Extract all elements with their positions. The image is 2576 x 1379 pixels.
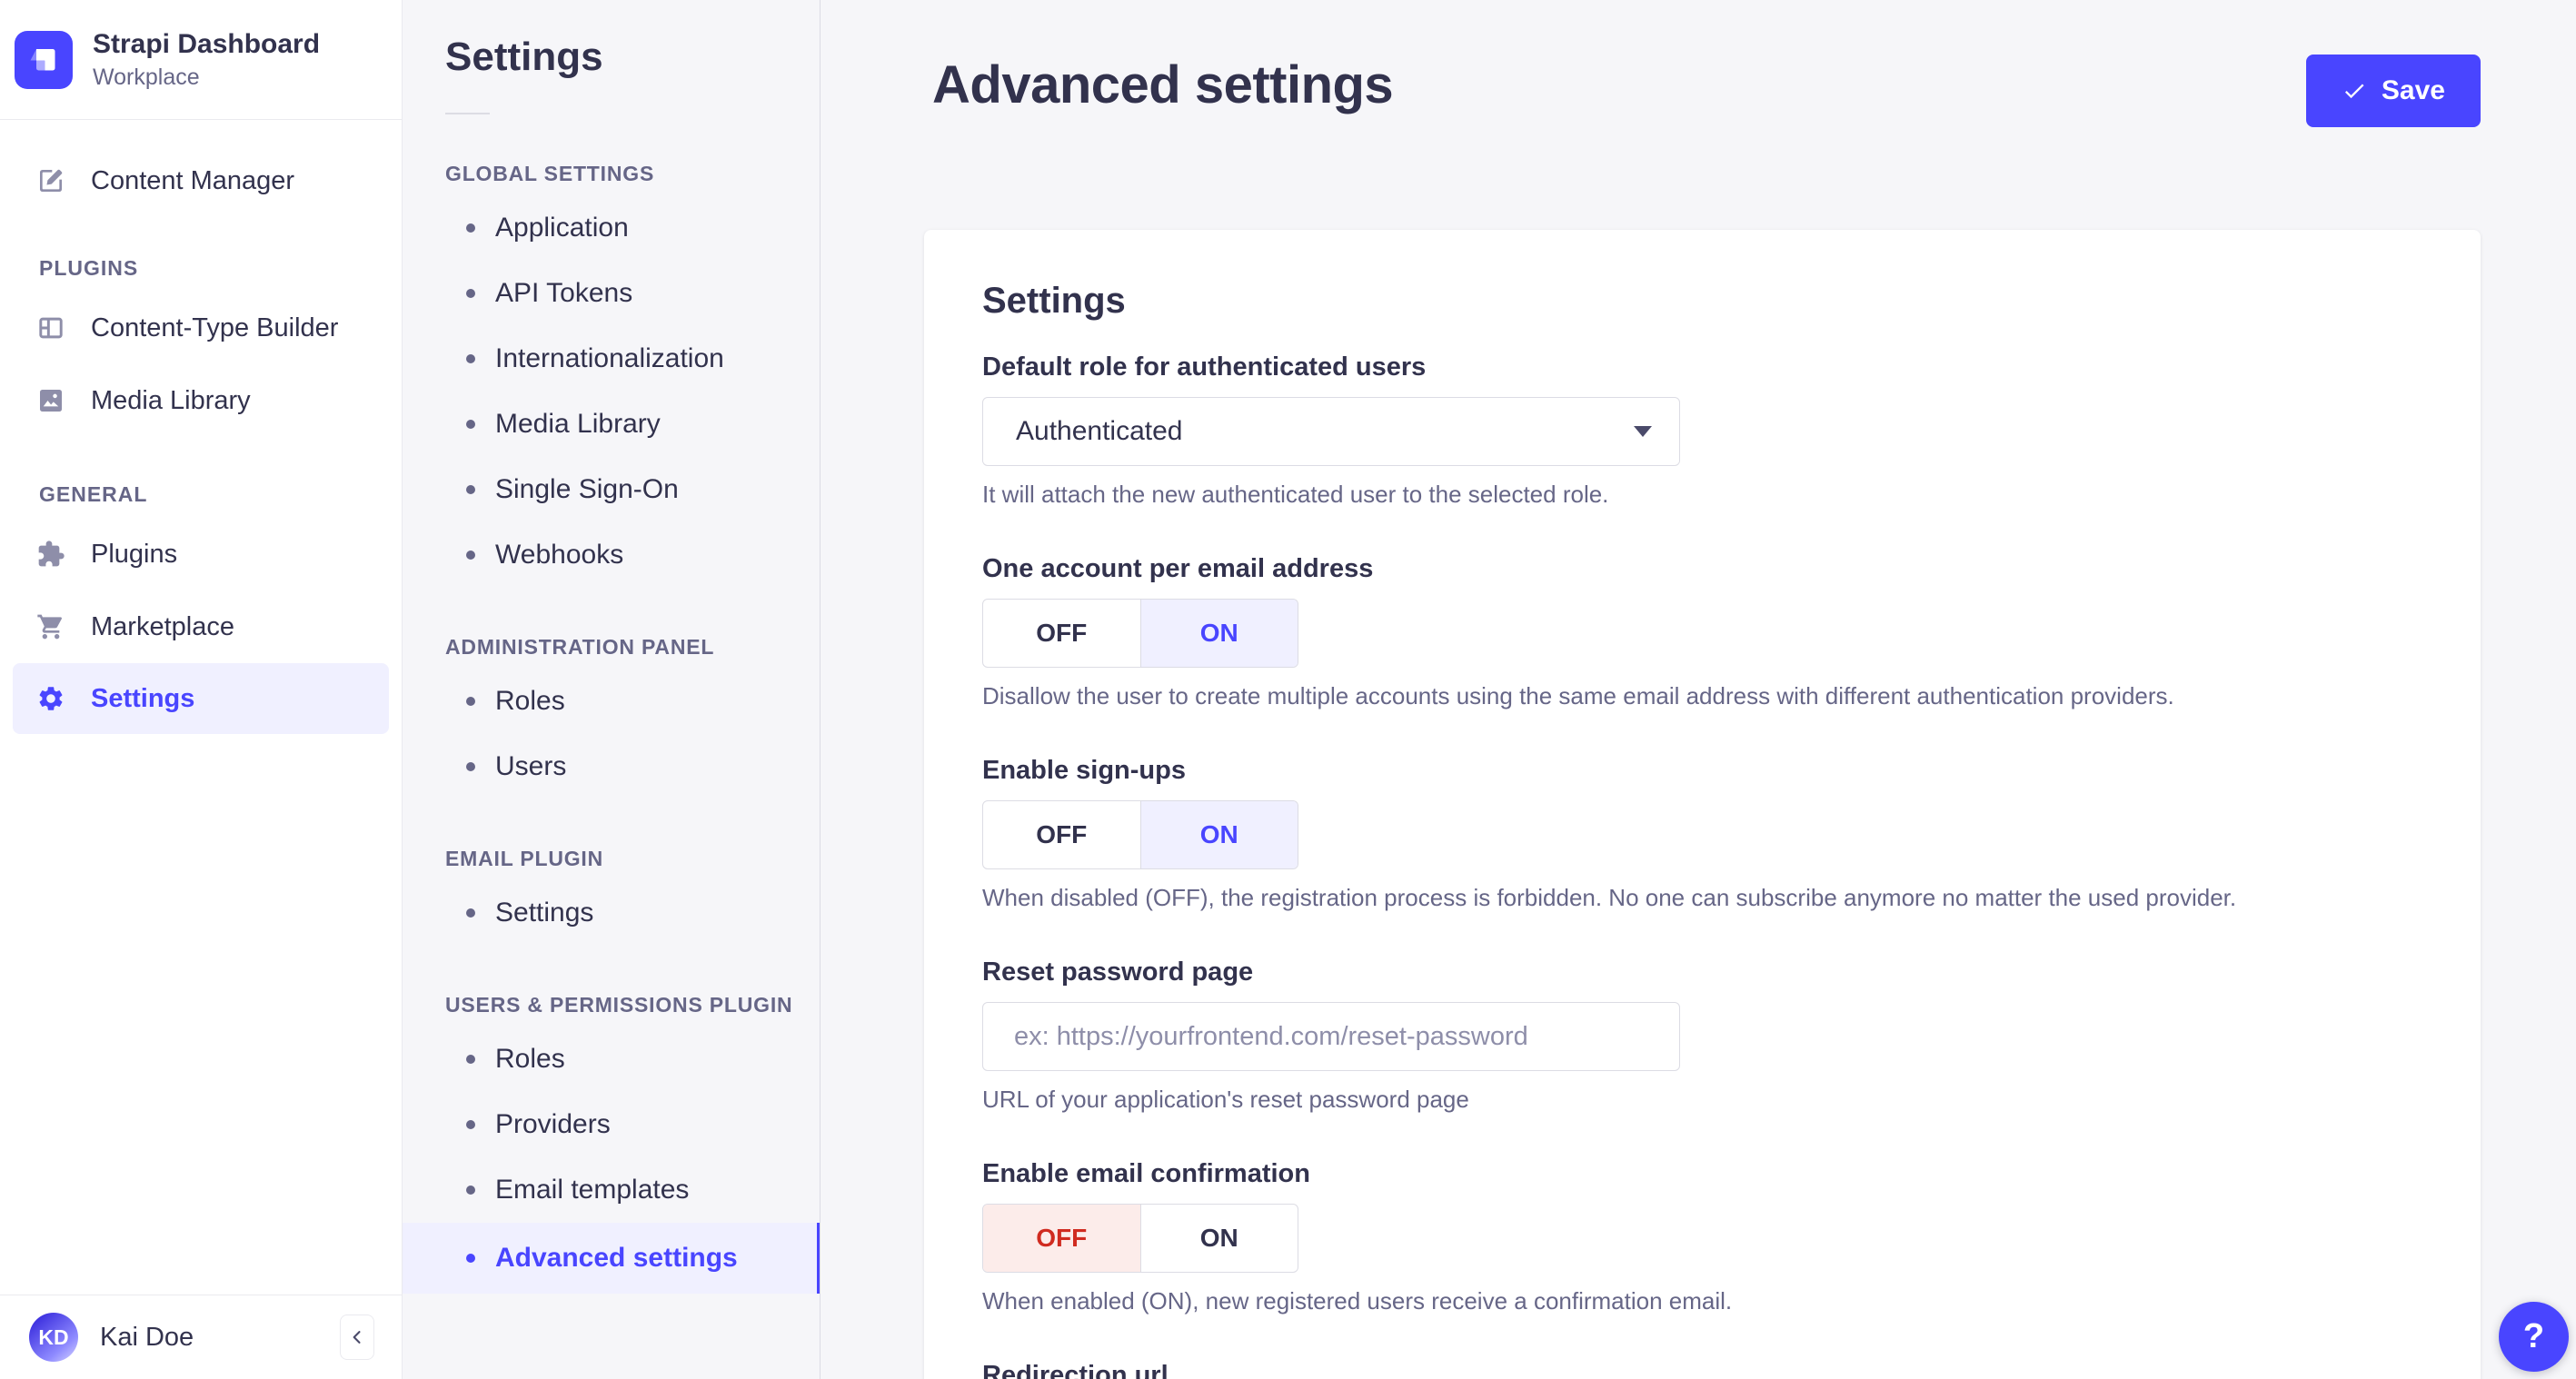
field-label: Redirection url — [982, 1361, 1169, 1379]
subnav-item-settings[interactable]: Settings — [403, 880, 820, 946]
workspace-subtitle: Workplace — [93, 64, 200, 90]
strapi-logo — [15, 30, 73, 89]
subnav-item-webhooks[interactable]: Webhooks — [403, 522, 820, 588]
field-hint: When enabled (ON), new registered users … — [982, 1287, 1733, 1315]
enable-email-confirmation-toggle: OFF ON — [982, 1204, 1298, 1273]
subnav-section-users-permissions-plugin: USERS & PERMISSIONS PLUGIN Roles Providers… — [403, 993, 820, 1294]
workspace-switcher[interactable]: Strapi Dashboard Workplace — [0, 0, 402, 119]
field-hint: When disabled (OFF), the registration pr… — [982, 884, 2237, 911]
subnav-section-label: EMAIL PLUGIN — [445, 847, 604, 870]
sidebar-section-label-plugins: PLUGINS — [39, 256, 139, 280]
settings-subnav: Settings GLOBAL SETTINGS Application API T… — [403, 0, 821, 1379]
subnav-item-advanced-settings[interactable]: Advanced settings — [403, 1223, 820, 1294]
sidebar-item-label: Media Library — [91, 385, 251, 415]
sidebar-item-plugins[interactable]: Plugins — [0, 518, 402, 590]
subnav-section-administration-panel: ADMINISTRATION PANEL Roles Users — [403, 635, 820, 799]
page-title: Advanced settings — [932, 55, 1394, 114]
sidebar-item-marketplace[interactable]: Marketplace — [0, 590, 402, 663]
subnav-section-label: ADMINISTRATION PANEL — [445, 635, 715, 659]
field-label: One account per email address — [982, 554, 1374, 583]
toggle-option-off[interactable]: OFF — [983, 1205, 1140, 1272]
field-one-account-per-email-address: One account per email address OFF ON Disall… — [982, 554, 2422, 710]
chevron-down-icon — [1634, 426, 1652, 437]
subnav-item-media-library[interactable]: Media Library — [403, 392, 820, 457]
sidebar-footer: KD Kai Doe — [0, 1295, 402, 1379]
image-icon — [36, 386, 65, 415]
field-hint: URL of your application's reset password… — [982, 1086, 1469, 1113]
sidebar-section-label-general: GENERAL — [39, 482, 148, 506]
subnav-section-global-settings: GLOBAL SETTINGS Application API Tokens Inte… — [403, 162, 820, 588]
enable-sign-ups-toggle: OFF ON — [982, 800, 1298, 869]
subnav-section-label: USERS & PERMISSIONS PLUGIN — [445, 993, 793, 1017]
subnav-item-roles[interactable]: Roles — [403, 1027, 820, 1092]
page-header: Advanced settings Save — [924, 0, 2481, 127]
subnav-title-divider — [445, 113, 490, 114]
card-title: Settings — [982, 281, 1126, 321]
sidebar-item-content-manager[interactable]: Content Manager — [0, 151, 402, 211]
field-label: Default role for authenticated users — [982, 352, 1427, 382]
field-label: Reset password page — [982, 957, 1254, 987]
toggle-option-on[interactable]: ON — [1139, 600, 1298, 667]
sidebar-item-settings[interactable]: Settings — [13, 663, 389, 734]
help-button-label: ? — [2522, 1317, 2545, 1355]
grid-icon — [36, 313, 65, 342]
sidebar-item-label: Plugins — [91, 539, 178, 569]
puzzle-icon — [36, 540, 65, 569]
help-button[interactable]: ? — [2499, 1302, 2569, 1372]
field-label: Enable sign-ups — [982, 756, 1186, 785]
field-default-role-for-authenticated-users: Default role for authenticated users Auth… — [982, 352, 2422, 509]
subnav-item-providers[interactable]: Providers — [403, 1092, 820, 1157]
toggle-option-on[interactable]: ON — [1139, 801, 1298, 868]
gear-icon — [36, 684, 65, 713]
settings-fields: Default role for authenticated users Auth… — [982, 352, 2422, 1379]
edit-icon — [36, 166, 65, 195]
sidebar-item-content-type-builder[interactable]: Content-Type Builder — [0, 292, 402, 364]
check-icon — [2344, 84, 2364, 99]
field-reset-password-page: Reset password page URL of your applicati… — [982, 957, 2422, 1114]
field-enable-sign-ups: Enable sign-ups OFF ON When disabled (OFF),… — [982, 756, 2422, 912]
app-window: Strapi Dashboard Workplace Content Manag… — [0, 0, 2576, 1379]
subnav-sections: GLOBAL SETTINGS Application API Tokens Inte… — [403, 162, 820, 1294]
subnav-item-application[interactable]: Application — [403, 195, 820, 261]
avatar[interactable]: KD — [29, 1313, 78, 1362]
subnav-title: Settings — [445, 35, 603, 79]
save-button[interactable]: Save — [2305, 55, 2481, 127]
select-value: Authenticated — [1016, 416, 1183, 446]
field-label: Enable email confirmation — [982, 1159, 1310, 1188]
subnav-section-label: GLOBAL SETTINGS — [445, 162, 655, 185]
sidebar-item-label: Content Manager — [91, 165, 295, 195]
field-redirection-url: Redirection url — [982, 1361, 2422, 1379]
reset-password-page-input[interactable] — [982, 1002, 1680, 1071]
collapse-sidebar-button[interactable] — [340, 1315, 374, 1360]
subnav-item-single-sign-on[interactable]: Single Sign-On — [403, 457, 820, 522]
subnav-item-api-tokens[interactable]: API Tokens — [403, 261, 820, 326]
toggle-option-on[interactable]: ON — [1139, 1205, 1298, 1272]
sidebar-item-media-library[interactable]: Media Library — [0, 364, 402, 437]
sidebar-nav: Content Manager PLUGINS Content-Type Build… — [0, 120, 402, 1295]
subnav-item-users[interactable]: Users — [403, 734, 820, 799]
settings-card: Settings Default role for authenticated … — [924, 230, 2481, 1379]
cart-icon — [36, 612, 65, 641]
subnav-section-email-plugin: EMAIL PLUGIN Settings — [403, 847, 820, 946]
field-hint: It will attach the new authenticated use… — [982, 481, 1609, 508]
field-hint: Disallow the user to create multiple acc… — [982, 682, 2174, 709]
default-role-for-authenticated-users-select[interactable]: Authenticated — [982, 397, 1680, 466]
sidebar-item-label: Content-Type Builder — [91, 313, 339, 342]
main-content: Advanced settings Save Settings Default … — [821, 0, 2576, 1379]
toggle-option-off[interactable]: OFF — [983, 600, 1140, 667]
chevron-left-icon — [353, 1331, 361, 1344]
subnav-item-internationalization[interactable]: Internationalization — [403, 326, 820, 392]
toggle-option-off[interactable]: OFF — [983, 801, 1140, 868]
save-button-label: Save — [2381, 75, 2445, 105]
subnav-item-email-templates[interactable]: Email templates — [403, 1157, 820, 1223]
user-name[interactable]: Kai Doe — [100, 1323, 318, 1353]
workspace-title: Strapi Dashboard — [93, 29, 321, 59]
main-sidebar: Strapi Dashboard Workplace Content Manag… — [0, 0, 403, 1379]
subnav-item-roles[interactable]: Roles — [403, 669, 820, 734]
field-enable-email-confirmation: Enable email confirmation OFF ON When enabl… — [982, 1159, 2422, 1315]
one-account-per-email-address-toggle: OFF ON — [982, 599, 1298, 668]
sidebar-item-label: Marketplace — [91, 611, 234, 641]
sidebar-item-label: Settings — [91, 683, 195, 713]
